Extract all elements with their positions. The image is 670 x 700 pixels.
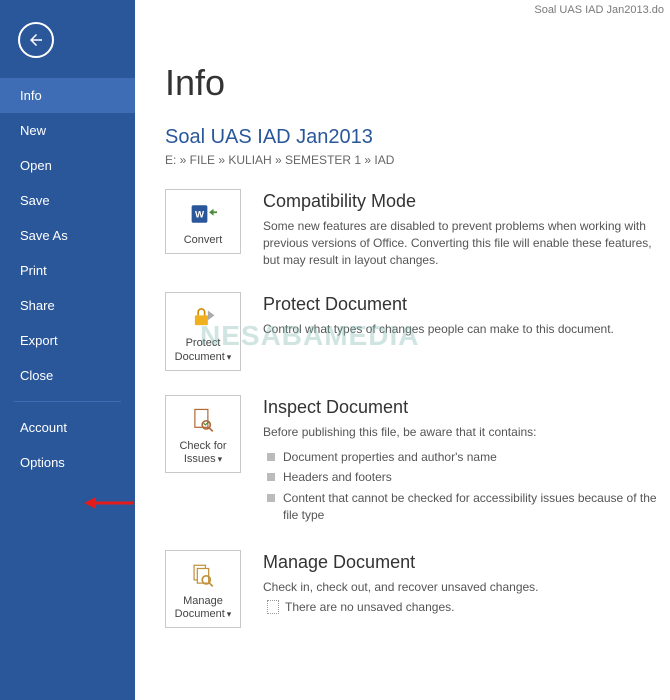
nav-share[interactable]: Share <box>0 288 135 323</box>
nav-options[interactable]: Options <box>0 445 135 480</box>
nav-new[interactable]: New <box>0 113 135 148</box>
nav-close[interactable]: Close <box>0 358 135 393</box>
section-protect: Protect Document▾ Protect Document Contr… <box>165 292 670 370</box>
page-heading: Info <box>165 62 670 104</box>
document-outline-icon <box>267 600 279 614</box>
nav-info[interactable]: Info <box>0 78 135 113</box>
nav-open[interactable]: Open <box>0 148 135 183</box>
protect-label: Protect Document▾ <box>168 337 238 363</box>
inspect-bullet: Document properties and author's name <box>263 447 670 468</box>
back-button[interactable] <box>18 22 54 58</box>
document-path: E: » FILE » KULIAH » SEMESTER 1 » IAD <box>165 153 670 167</box>
convert-button[interactable]: W Convert <box>165 189 241 254</box>
manage-label: Manage Document▾ <box>168 595 238 621</box>
compat-title: Compatibility Mode <box>263 191 670 212</box>
nav-account[interactable]: Account <box>0 410 135 445</box>
inspect-bullet: Content that cannot be checked for acces… <box>263 488 670 526</box>
section-inspect: Check for Issues▾ Inspect Document Befor… <box>165 395 670 526</box>
inspect-document-icon <box>187 404 219 436</box>
window-title: Soal UAS IAD Jan2013.do <box>165 0 670 18</box>
chevron-down-icon: ▾ <box>227 352 232 362</box>
inspect-title: Inspect Document <box>263 397 670 418</box>
protect-document-button[interactable]: Protect Document▾ <box>165 292 241 370</box>
nav-export[interactable]: Export <box>0 323 135 358</box>
nav-save-as[interactable]: Save As <box>0 218 135 253</box>
manage-document-icon <box>187 559 219 591</box>
protect-desc: Control what types of changes people can… <box>263 321 670 338</box>
document-title: Soal UAS IAD Jan2013 <box>165 126 670 149</box>
inspect-bullet: Headers and footers <box>263 467 670 488</box>
protect-title: Protect Document <box>263 294 670 315</box>
inspect-bullets: Document properties and author's name He… <box>263 447 670 526</box>
manage-document-button[interactable]: Manage Document▾ <box>165 550 241 628</box>
main-panel: Soal UAS IAD Jan2013.do Info Soal UAS IA… <box>135 0 670 700</box>
svg-text:W: W <box>195 210 205 221</box>
word-convert-icon: W <box>187 198 219 230</box>
arrow-left-icon <box>27 31 45 49</box>
nav-save[interactable]: Save <box>0 183 135 218</box>
check-for-issues-button[interactable]: Check for Issues▾ <box>165 395 241 473</box>
backstage-sidebar: Info New Open Save Save As Print Share E… <box>0 0 135 700</box>
section-compatibility: W Convert Compatibility Mode Some new fe… <box>165 189 670 268</box>
manage-title: Manage Document <box>263 552 670 573</box>
unsaved-status: There are no unsaved changes. <box>263 596 670 615</box>
manage-desc: Check in, check out, and recover unsaved… <box>263 579 670 596</box>
section-manage: Manage Document▾ Manage Document Check i… <box>165 550 670 628</box>
convert-label: Convert <box>168 234 238 247</box>
chevron-down-icon: ▾ <box>218 454 223 464</box>
nav-print[interactable]: Print <box>0 253 135 288</box>
nav-separator <box>14 401 121 402</box>
check-issues-label: Check for Issues▾ <box>168 440 238 466</box>
lock-shield-icon <box>187 301 219 333</box>
compat-desc: Some new features are disabled to preven… <box>263 218 670 268</box>
inspect-desc: Before publishing this file, be aware th… <box>263 424 670 441</box>
chevron-down-icon: ▾ <box>227 609 232 619</box>
